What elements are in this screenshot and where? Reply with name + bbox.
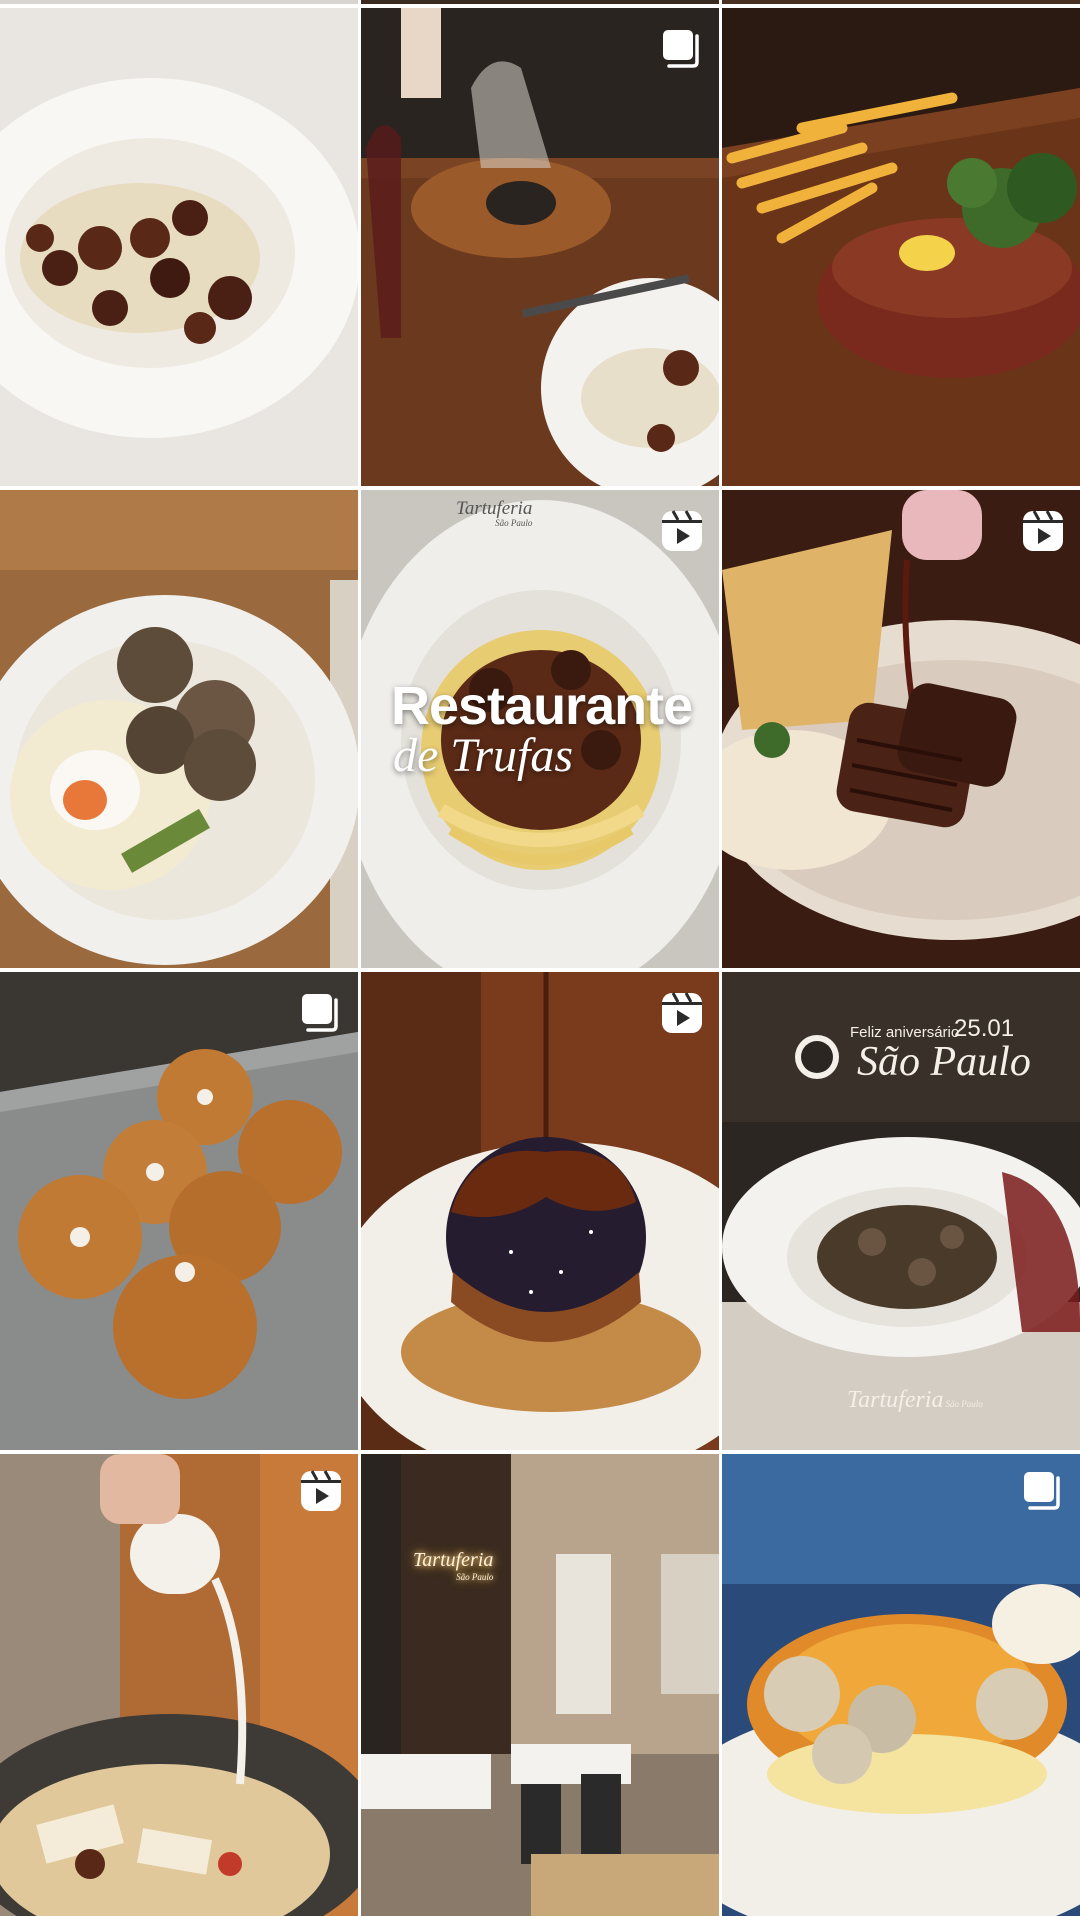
cream-pasta-photo xyxy=(0,1454,358,1916)
brand-logo-text: Tartuferia São Paulo xyxy=(847,1387,983,1414)
post-tile[interactable] xyxy=(0,1454,358,1916)
egg-truffle-photo xyxy=(0,490,358,968)
brand-city: São Paulo xyxy=(495,518,533,528)
pasta-photo xyxy=(0,8,358,486)
reel-icon xyxy=(659,990,705,1036)
croquettes-photo xyxy=(0,972,358,1450)
truffle-cloche-photo xyxy=(361,8,719,486)
carousel-icon xyxy=(659,26,705,72)
overlay-subtitle: de Trufas xyxy=(393,729,574,782)
neon-brand: Tartuferia xyxy=(413,1549,494,1571)
post-tile[interactable]: Tartuferia São Paulo xyxy=(361,1454,719,1916)
post-tile[interactable] xyxy=(0,490,358,968)
post-tile[interactable] xyxy=(0,8,358,486)
post-tile[interactable] xyxy=(361,972,719,1450)
steak-photo xyxy=(722,490,1080,968)
reel-icon xyxy=(659,508,705,554)
post-tile[interactable] xyxy=(722,490,1080,968)
truffle-dish-photo xyxy=(722,1454,1080,1916)
post-tile-partial[interactable] xyxy=(361,0,719,4)
neon-sign: Tartuferia São Paulo xyxy=(413,1549,493,1582)
post-tile-partial[interactable] xyxy=(0,0,358,4)
post-tile-partial[interactable] xyxy=(722,0,1080,4)
neon-city: São Paulo xyxy=(456,1572,494,1582)
reel-icon xyxy=(1020,508,1066,554)
birthday-city: São Paulo xyxy=(857,1039,1031,1085)
chocolate-sphere-photo xyxy=(361,972,719,1450)
brand-city: São Paulo xyxy=(945,1399,983,1409)
tartare-photo xyxy=(722,8,1080,486)
brand-logo-text: Tartuferia São Paulo xyxy=(456,498,532,528)
post-tile[interactable]: Tartuferia São Paulo Restaurante de Truf… xyxy=(361,490,719,968)
post-tile[interactable] xyxy=(722,8,1080,486)
profile-post-grid: Tartuferia São Paulo Restaurante de Truf… xyxy=(0,0,1080,1916)
carousel-icon xyxy=(298,990,344,1036)
post-tile[interactable] xyxy=(0,972,358,1450)
brand-name: Tartuferia xyxy=(456,498,533,519)
post-tile[interactable] xyxy=(722,1454,1080,1916)
brand-name: Tartuferia xyxy=(847,1387,944,1413)
reel-icon xyxy=(298,1468,344,1514)
restaurant-interior-photo xyxy=(361,1454,719,1916)
post-tile[interactable]: Feliz aniversário 25.01 São Paulo Tartuf… xyxy=(722,972,1080,1450)
post-tile[interactable] xyxy=(361,8,719,486)
carousel-icon xyxy=(1020,1468,1066,1514)
